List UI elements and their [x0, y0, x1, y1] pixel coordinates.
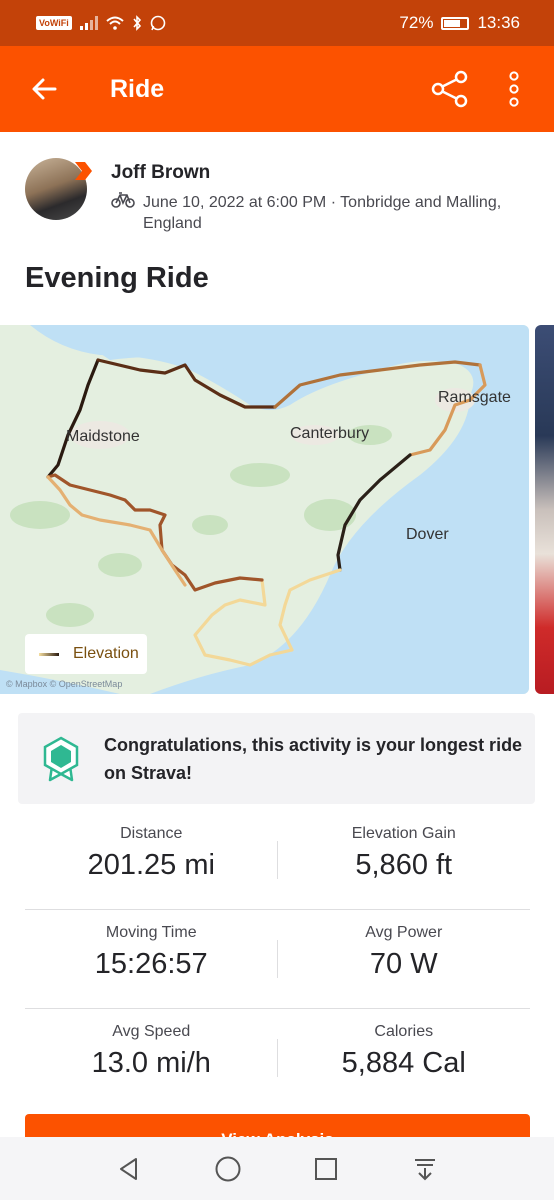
stat-divider — [277, 940, 278, 978]
stat-avg-speed: Avg Speed 13.0 mi/h — [25, 1009, 278, 1108]
achievement-text: Congratulations, this activity is your l… — [104, 734, 523, 783]
nav-home-button[interactable] — [204, 1145, 252, 1193]
status-right: 72% 13:36 — [399, 13, 520, 33]
athlete-info: Joff Brown June 10, 2022 at 6:00 PM · To… — [111, 158, 533, 234]
nav-recents-button[interactable] — [302, 1145, 350, 1193]
nav-back-button[interactable] — [105, 1145, 153, 1193]
stat-value: 201.25 mi — [87, 849, 215, 881]
share-button[interactable] — [428, 67, 472, 111]
map-label-ramsgate: Ramsgate — [438, 389, 511, 406]
stat-row: Moving Time 15:26:57 Avg Power 70 W — [25, 910, 530, 1009]
stat-label: Elevation Gain — [351, 825, 456, 842]
stat-value: 70 W — [369, 948, 438, 980]
more-vertical-icon — [509, 71, 519, 107]
achievement-badge-icon — [43, 736, 79, 781]
activity-meta: June 10, 2022 at 6:00 PM · Tonbridge and… — [111, 192, 533, 234]
notification-pull-icon — [414, 1158, 435, 1180]
athlete-header: Joff Brown June 10, 2022 at 6:00 PM · To… — [25, 158, 535, 234]
athlete-name[interactable]: Joff Brown — [111, 162, 533, 184]
stat-moving-time: Moving Time 15:26:57 — [25, 910, 278, 1008]
share-icon — [431, 70, 468, 108]
back-triangle-icon — [120, 1157, 138, 1180]
stat-divider — [277, 1039, 278, 1077]
battery-icon — [441, 16, 470, 30]
bicycle-icon — [111, 192, 135, 208]
stats-grid: Distance 201.25 mi Elevation Gain 5,860 … — [25, 811, 530, 1108]
map-attribution[interactable]: © Mapbox © OpenStreetMap — [6, 679, 122, 689]
stat-calories: Calories 5,884 Cal — [278, 1009, 531, 1108]
whatsapp-icon — [150, 15, 166, 31]
stat-divider — [277, 841, 278, 879]
subscriber-badge-icon — [75, 162, 92, 180]
map-label-maidstone: Maidstone — [66, 428, 140, 445]
nav-notification-button[interactable] — [401, 1145, 449, 1193]
stat-distance: Distance 201.25 mi — [25, 811, 278, 909]
stat-label: Moving Time — [105, 924, 197, 941]
stat-label: Distance — [120, 825, 183, 842]
bluetooth-icon — [133, 15, 141, 31]
stat-value: 15:26:57 — [94, 948, 208, 980]
page-title: Ride — [110, 74, 165, 103]
clock: 13:36 — [477, 13, 520, 32]
elevation-gradient-swatch — [39, 652, 59, 656]
system-nav-bar — [0, 1137, 554, 1200]
battery-fill — [444, 19, 461, 27]
activity-date-location: June 10, 2022 at 6:00 PM · Tonbridge and… — [143, 194, 502, 232]
wifi-icon — [106, 16, 124, 30]
app-bar: Ride — [0, 46, 554, 132]
back-button[interactable] — [16, 61, 72, 117]
status-left: VoWiFi — [36, 15, 166, 31]
recents-square-icon — [315, 1157, 338, 1180]
activity-title: Evening Ride — [25, 262, 209, 294]
battery-percent: 72% — [399, 13, 434, 32]
route-map[interactable]: Maidstone Canterbury Ramsgate Dover Elev… — [0, 325, 529, 694]
stat-label: Avg Speed — [112, 1023, 191, 1040]
signal-icon — [79, 16, 98, 30]
achievement-banner: Congratulations, this activity is your l… — [18, 713, 535, 804]
legend-label: Elevation — [73, 645, 139, 662]
map-label-canterbury: Canterbury — [290, 425, 370, 442]
more-button[interactable] — [492, 67, 536, 111]
stat-value: 5,860 ft — [355, 849, 453, 881]
stat-row: Avg Speed 13.0 mi/h Calories 5,884 Cal — [25, 1009, 530, 1108]
avatar[interactable] — [25, 158, 92, 220]
stat-row: Distance 201.25 mi Elevation Gain 5,860 … — [25, 811, 530, 910]
back-arrow-icon — [32, 78, 57, 100]
vowifi-badge: VoWiFi — [36, 16, 72, 30]
stat-label: Calories — [374, 1023, 434, 1040]
map-label-dover: Dover — [406, 526, 449, 543]
stat-avg-power: Avg Power 70 W — [278, 910, 531, 1008]
stat-value: 5,884 Cal — [341, 1047, 466, 1079]
stat-elevation-gain: Elevation Gain 5,860 ft — [278, 811, 531, 909]
elevation-legend[interactable]: Elevation — [25, 634, 147, 674]
status-bar: VoWiFi 72% 13:36 — [0, 0, 554, 46]
stat-label: Avg Power — [365, 924, 443, 941]
next-media-preview[interactable] — [535, 325, 554, 694]
app-actions — [428, 67, 536, 111]
home-circle-icon — [215, 1156, 241, 1181]
stat-value: 13.0 mi/h — [91, 1047, 211, 1079]
